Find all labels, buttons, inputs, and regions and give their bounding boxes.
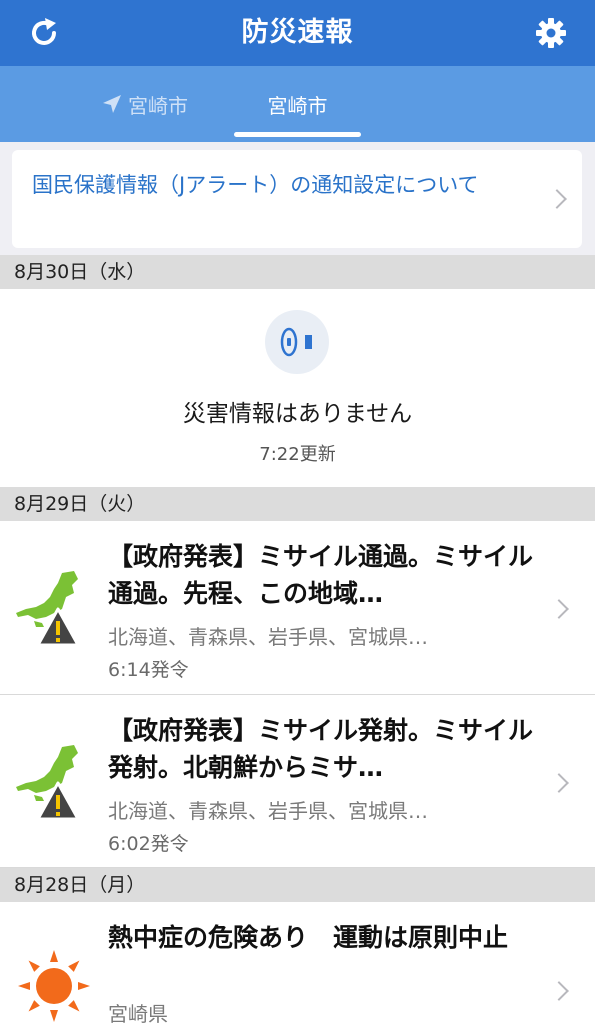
gear-icon (536, 18, 566, 48)
chevron-right-icon (549, 773, 569, 793)
sun-icon (18, 950, 90, 1022)
chevron-right-icon (549, 981, 569, 1001)
alert-title: 熱中症の危険あり 運動は原則中止 (108, 923, 509, 952)
alert-areas: 北海道、青森県、岩手県、宮城県… (108, 625, 428, 649)
alert-title: 【政府発表】ミサイル通過。ミサイル通過。先程、この地域… (108, 542, 534, 608)
japan-map-warning-icon (16, 745, 80, 821)
page-title: 防災速報 (241, 17, 354, 48)
alert-row[interactable]: 【政府発表】ミサイル通過。ミサイル通過。先程、この地域… 北海道、青森県、岩手県… (0, 521, 595, 695)
chevron-right-icon (549, 599, 569, 619)
tab-label: 宮崎市 (267, 93, 328, 118)
updated-time: 7:22更新 (259, 444, 336, 465)
tab-bar: 宮崎市 宮崎市 (0, 66, 595, 142)
alert-row[interactable]: 熱中症の危険あり 運動は原則中止 宮崎県 (0, 902, 595, 1024)
alert-time: 6:02発令 (108, 833, 189, 855)
tab-current-location[interactable]: 宮崎市 (60, 66, 230, 142)
notice-area: 国民保護情報（Jアラート）の通知設定について (0, 142, 595, 255)
notice-text: 国民保護情報（Jアラート）の通知設定について (32, 173, 479, 197)
date-header: 8月28日（月） (0, 868, 595, 902)
megaphone-icon (265, 310, 329, 374)
location-arrow-icon (102, 94, 122, 114)
settings-button[interactable] (531, 13, 571, 53)
empty-message: 災害情報はありません (182, 401, 413, 427)
tab-label: 宮崎市 (128, 93, 188, 118)
app-header: 防災速報 (0, 0, 595, 66)
alert-areas: 北海道、青森県、岩手県、宮城県… (108, 799, 428, 823)
alert-title: 【政府発表】ミサイル発射。ミサイル発射。北朝鮮からミサ… (108, 716, 534, 782)
alert-row[interactable]: 【政府発表】ミサイル発射。ミサイル発射。北朝鮮からミサ… 北海道、青森県、岩手県… (0, 695, 595, 868)
jalert-settings-link[interactable]: 国民保護情報（Jアラート）の通知設定について (12, 150, 582, 248)
alert-areas: 宮崎県 (108, 1002, 168, 1024)
empty-state: 災害情報はありません 7:22更新 (0, 290, 595, 487)
date-header: 8月29日（火） (0, 487, 595, 521)
alert-time: 6:14発令 (108, 659, 189, 681)
chevron-right-icon (547, 189, 567, 209)
date-header: 8月30日（水） (0, 255, 595, 289)
active-tab-indicator (234, 132, 361, 137)
tab-city[interactable]: 宮崎市 (234, 66, 361, 142)
japan-map-warning-icon (16, 571, 80, 647)
